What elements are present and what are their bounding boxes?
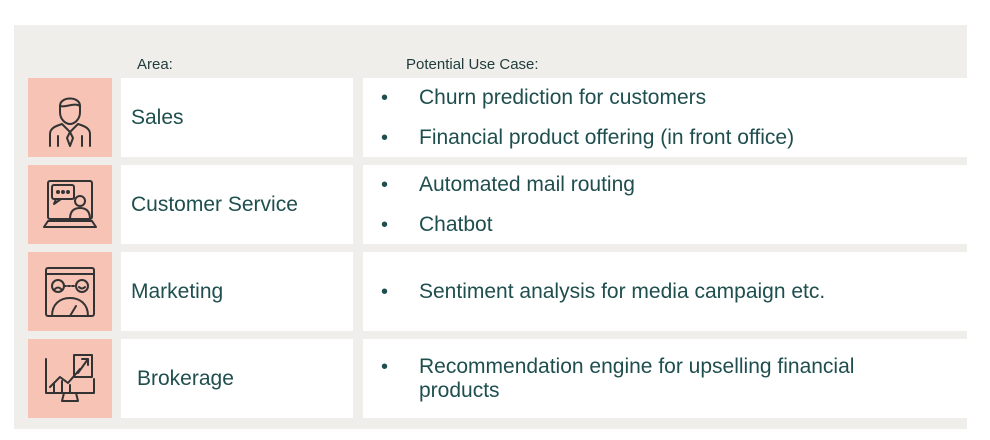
use-cases-marketing: • Sentiment analysis for media campaign e…: [363, 252, 972, 331]
icon-cell: [28, 78, 112, 157]
use-case-item: • Chatbot: [381, 212, 493, 236]
use-cases-sales: • Churn prediction for customers • Financi…: [363, 78, 972, 157]
icon-cell: [28, 252, 112, 331]
area-label-customer-service: Customer Service: [121, 165, 353, 244]
use-cases-brokerage: • Recommendation engine for upselling fin…: [363, 339, 972, 418]
area-label-sales: Sales: [121, 78, 353, 157]
area-label-brokerage: Brokerage: [121, 339, 353, 418]
use-cases-customer-service: • Automated mail routing • Chatbot: [363, 165, 972, 244]
icon-cell: [28, 165, 112, 244]
use-case-column-header: Potential Use Case:: [406, 56, 539, 73]
salesperson-icon: [49, 97, 91, 147]
use-case-item: • Churn prediction for customers: [381, 85, 707, 109]
icon-cell: [28, 339, 112, 418]
use-case-item: • Sentiment analysis for media campaign e…: [381, 279, 826, 303]
area-column-header: Area:: [137, 56, 173, 73]
use-case-item: • Recommendation engine for upselling fin…: [381, 354, 855, 402]
sentiment-gauge-icon: [45, 266, 95, 317]
area-label-marketing: Marketing: [121, 252, 353, 331]
use-case-item: • Automated mail routing: [381, 172, 635, 196]
growth-chart-monitor-icon: [45, 353, 95, 402]
customer-service-chat-icon: [43, 179, 97, 228]
use-case-item: • Financial product offering (in front of…: [381, 125, 795, 149]
